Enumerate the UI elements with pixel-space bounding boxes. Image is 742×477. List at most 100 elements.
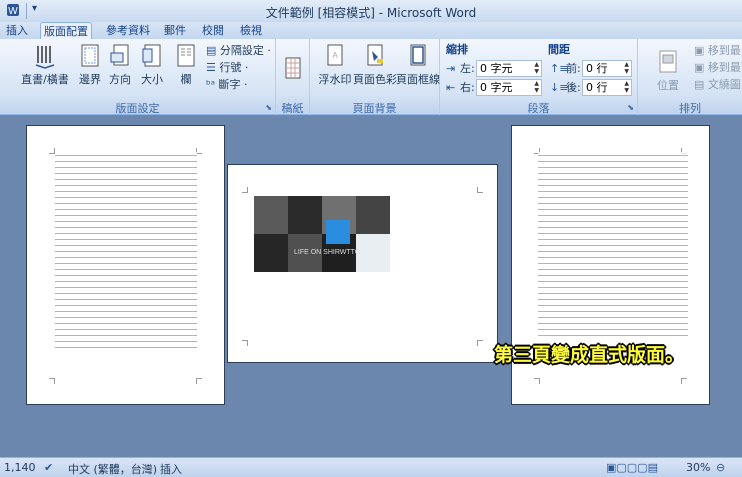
text-direction-button[interactable]: 直書/橫書 — [20, 43, 70, 87]
columns-icon — [177, 44, 195, 67]
indent-right-label: 右: — [460, 81, 475, 94]
title-bar: W ▾ 文件範例 [相容模式] - Microsoft Word — [0, 0, 742, 22]
text-direction-icon — [35, 46, 55, 69]
position-label: 位置 — [657, 79, 679, 92]
page-setup-group-label: 版面設定 — [0, 100, 275, 115]
position-icon — [659, 50, 677, 73]
spacing-after-spinner-icon[interactable]: ▲ ▼ — [624, 80, 629, 94]
bring-to-front-icon: ▣ — [694, 44, 708, 57]
breaks-label: 分隔設定 · — [219, 44, 271, 57]
indent-right-icon: ⇤ — [446, 81, 456, 94]
hyphenation-label: 斷字 · — [218, 78, 248, 91]
send-to-back-label: 移到最下 — [707, 61, 742, 74]
indent-left-label: 左: — [460, 62, 475, 75]
indent-header: 縮排 — [446, 43, 468, 56]
group-page-background: A 浮水印 頁面色彩 頁面框線 頁面背景 — [310, 39, 440, 115]
position-button[interactable]: 位置 — [646, 49, 690, 93]
page-borders-icon — [410, 44, 426, 66]
tab-review[interactable]: 校閱 — [198, 22, 228, 39]
text-wrapping-label: 文繞圖 — [707, 78, 741, 91]
paragraph-dialog-launcher-icon[interactable]: ⬊ — [627, 103, 634, 112]
manuscript-icon — [285, 57, 301, 79]
indent-right-spinner-icon[interactable]: ▲ ▼ — [534, 80, 539, 94]
page-color-label: 頁面色彩 — [353, 73, 397, 86]
crop-mark — [681, 378, 687, 384]
watermark-icon: A — [327, 44, 343, 66]
spacing-before-spinner-icon[interactable]: ▲ ▼ — [624, 61, 629, 75]
crop-mark — [477, 340, 483, 346]
bring-to-front-button[interactable]: ▣ 移到最 — [694, 43, 741, 59]
photo-caption: LIFE ON SHIRWTTO — [294, 249, 361, 256]
orientation-icon — [110, 44, 129, 66]
insert-mode-status[interactable]: 插入 — [160, 461, 182, 477]
status-bar: 1,140 ✔ 中文 (繁體，台灣) 插入 ▣▢▢▢▤ 30% ⊖ — [0, 457, 742, 477]
tab-view[interactable]: 檢視 — [236, 22, 266, 39]
tab-mailings[interactable]: 郵件 — [160, 22, 190, 39]
send-to-back-icon: ▣ — [694, 61, 708, 74]
spacing-before-input[interactable]: 0 行 ▲ ▼ — [582, 60, 632, 77]
page-borders-label: 頁面框線 — [396, 73, 440, 86]
document-workspace[interactable]: LIFE ON SHIRWTTO — [0, 116, 742, 457]
size-button[interactable]: 大小 — [134, 43, 170, 87]
group-page-setup: 直書/橫書 邊界 方向 大小 欄 ▤ 分隔設定 · ☰ 行號 · ᵇᵃ 斷字 ·… — [0, 39, 276, 115]
orientation-label: 方向 — [109, 73, 131, 86]
margins-icon — [81, 44, 99, 67]
word-count[interactable]: 1,140 — [4, 461, 36, 474]
tab-insert[interactable]: 插入 — [2, 22, 32, 39]
page-2-landscape[interactable]: LIFE ON SHIRWTTO — [227, 164, 498, 363]
page-color-button[interactable]: 頁面色彩 — [352, 43, 398, 87]
language-status[interactable]: 中文 (繁體，台灣) — [68, 461, 157, 477]
proofing-icon[interactable]: ✔ — [44, 461, 53, 474]
zoom-out-icon[interactable]: ⊖ — [716, 461, 725, 474]
size-icon — [142, 44, 161, 67]
indent-left-input[interactable]: 0 字元 ▲ ▼ — [476, 60, 542, 77]
indent-right-input[interactable]: 0 字元 ▲ ▼ — [476, 79, 542, 96]
columns-button[interactable]: 欄 — [168, 43, 204, 87]
spacing-before-label: 前: — [566, 62, 581, 75]
spacing-before-value: 0 行 — [586, 62, 608, 75]
line-numbers-icon: ☰ — [206, 61, 220, 74]
spacing-after-label: 後: — [566, 81, 581, 94]
indent-right-value: 0 字元 — [480, 81, 513, 94]
crop-mark — [242, 187, 248, 193]
line-numbers-button[interactable]: ☰ 行號 · — [206, 60, 248, 76]
hyphenation-button[interactable]: ᵇᵃ 斷字 · — [206, 77, 248, 93]
page-1-portrait[interactable] — [26, 125, 225, 405]
crop-mark — [242, 340, 248, 346]
page-borders-button[interactable]: 頁面框線 — [396, 43, 440, 87]
margins-label: 邊界 — [79, 73, 101, 86]
spacing-header: 間距 — [548, 43, 570, 56]
group-arrange: 位置 ▣ 移到最 ▣ 移到最下 ▤ 文繞圖 排列 — [638, 39, 742, 115]
page-1-text-block — [55, 152, 197, 352]
watermark-label: 浮水印 — [318, 73, 352, 86]
ribbon-tabs: 插入 版面配置 參考資料 郵件 校閱 檢視 — [0, 22, 742, 39]
page-setup-dialog-launcher-icon[interactable]: ⬊ — [265, 103, 272, 112]
manuscript-group-label: 稿紙 — [276, 100, 309, 115]
line-numbers-label: 行號 · — [219, 61, 249, 74]
tab-references[interactable]: 參考資料 — [100, 22, 156, 39]
spacing-after-value: 0 行 — [586, 81, 608, 94]
ribbon: 直書/橫書 邊界 方向 大小 欄 ▤ 分隔設定 · ☰ 行號 · ᵇᵃ 斷字 ·… — [0, 39, 742, 128]
orientation-button[interactable]: 方向 — [102, 43, 138, 87]
text-direction-label: 直書/橫書 — [21, 73, 69, 86]
breaks-button[interactable]: ▤ 分隔設定 · — [206, 43, 271, 59]
crop-mark — [534, 378, 540, 384]
tab-page-layout[interactable]: 版面配置 — [40, 22, 92, 39]
crop-mark — [477, 187, 483, 193]
view-buttons-icon[interactable]: ▣▢▢▢▤ — [606, 461, 658, 474]
zoom-level[interactable]: 30% — [686, 461, 710, 474]
page-background-group-label: 頁面背景 — [310, 100, 439, 115]
bring-to-front-label: 移到最 — [707, 44, 741, 57]
send-to-back-button[interactable]: ▣ 移到最下 — [694, 60, 742, 76]
spacing-after-input[interactable]: 0 行 ▲ ▼ — [582, 79, 632, 96]
watermark-button[interactable]: A 浮水印 — [316, 43, 354, 87]
page-2-photo[interactable]: LIFE ON SHIRWTTO — [254, 196, 390, 272]
paragraph-group-label: 段落 — [440, 100, 637, 115]
indent-left-value: 0 字元 — [480, 62, 513, 75]
text-wrapping-button[interactable]: ▤ 文繞圖 — [694, 77, 741, 93]
svg-text:A: A — [332, 51, 338, 60]
page-color-icon — [367, 44, 383, 66]
crop-mark — [196, 378, 202, 384]
indent-left-spinner-icon[interactable]: ▲ ▼ — [534, 61, 539, 75]
indent-left-icon: ⇥ — [446, 62, 456, 75]
